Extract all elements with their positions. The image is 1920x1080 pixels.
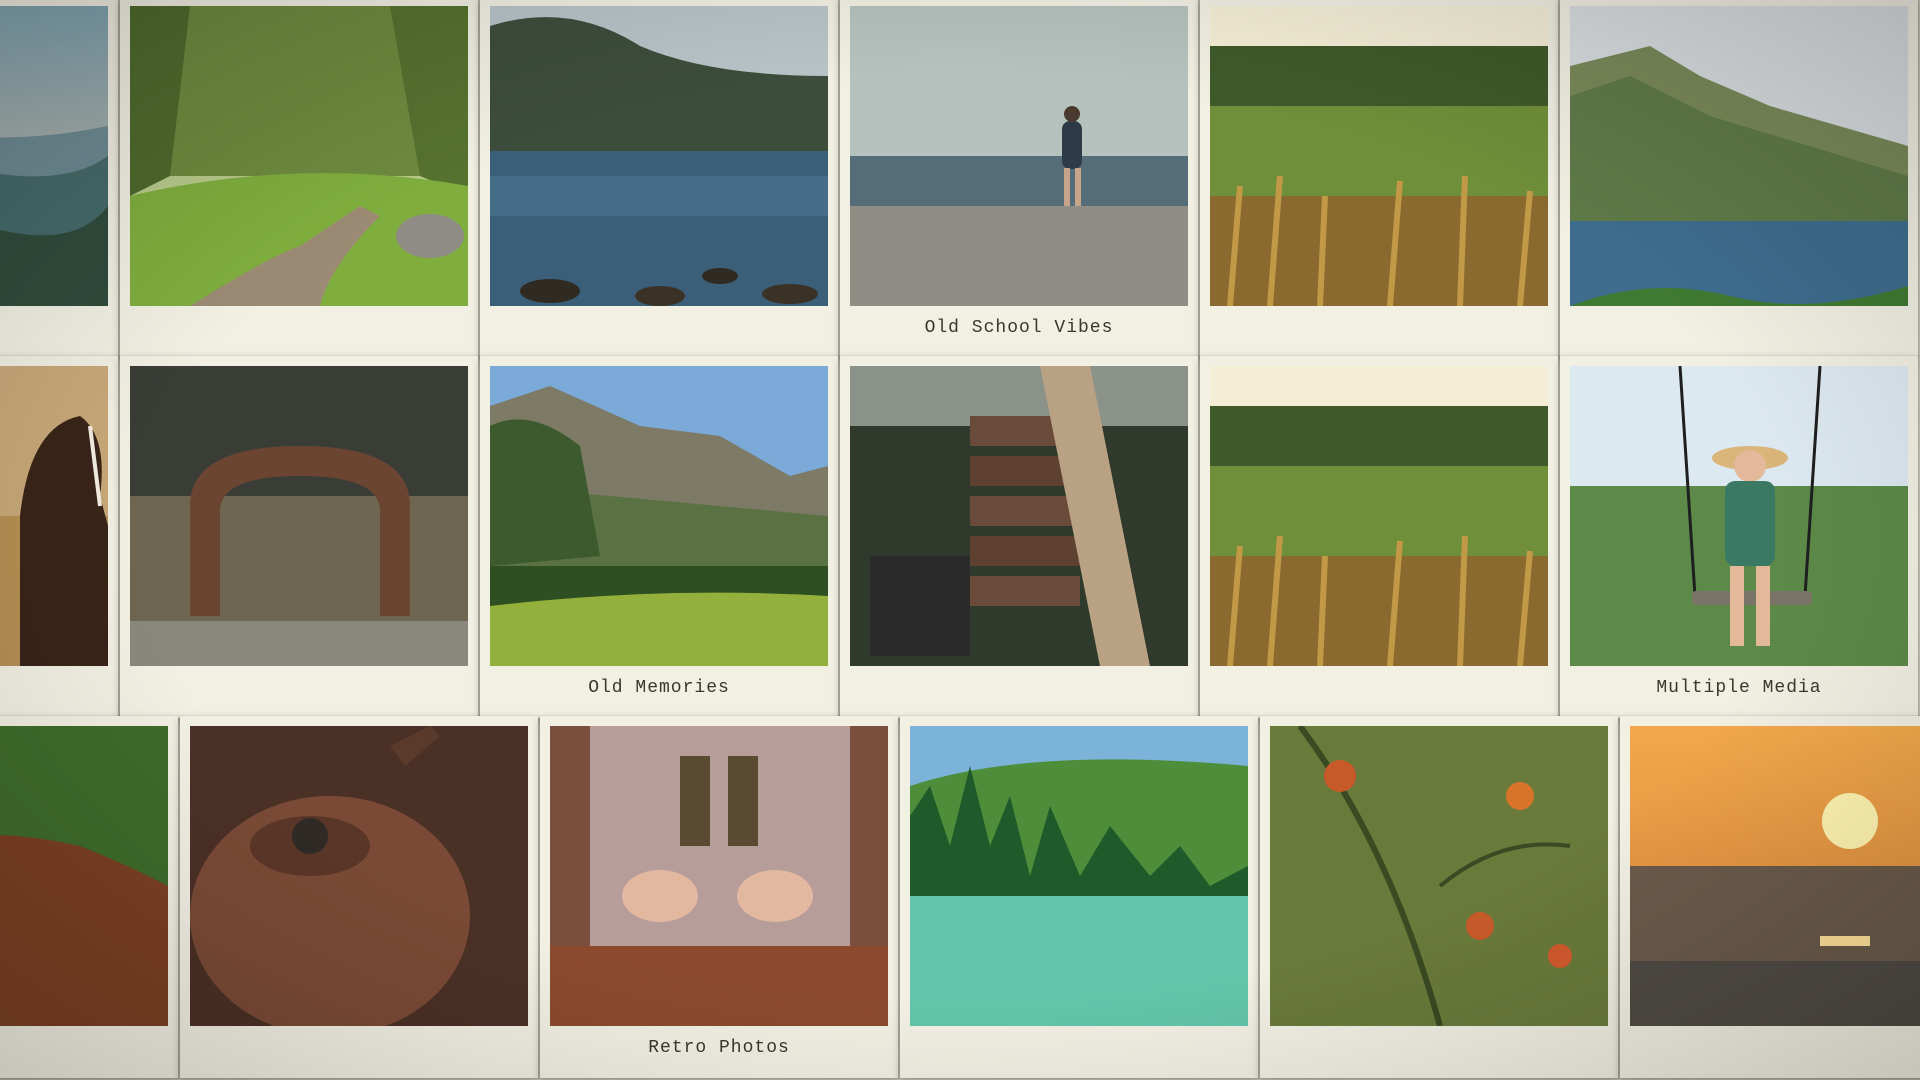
photo-misty-mountains	[0, 6, 108, 306]
polaroid-card	[1560, 0, 1918, 358]
photo-woman-on-beach	[850, 6, 1188, 306]
photo-boardwalk-forest	[130, 6, 468, 306]
photo-caption: es	[0, 318, 118, 338]
polaroid-card	[840, 356, 1198, 718]
polaroid-card	[0, 356, 118, 718]
polaroid-card: Old Memories	[480, 356, 838, 718]
polaroid-card	[1200, 356, 1558, 718]
photo-pine-forest-lake	[910, 726, 1248, 1026]
photo-mountain-bay	[1570, 6, 1908, 306]
photo-caption: Old School Vibes	[924, 318, 1114, 338]
photo-woman-on-swing	[1570, 366, 1908, 666]
photo-copper-kettle	[190, 726, 528, 1026]
photo-corn-field	[1210, 366, 1548, 666]
polaroid-card	[180, 716, 538, 1078]
photo-wall: es	[0, 0, 1920, 1080]
photo-wooden-crates-shed	[850, 366, 1188, 666]
photo-ocean-sunset	[1630, 726, 1920, 1026]
polaroid-card: Multiple Media	[1560, 356, 1918, 718]
photo-binoculars-suitcase	[550, 726, 888, 1026]
photo-wild-fruit-branch	[1270, 726, 1608, 1026]
polaroid-card	[1620, 716, 1920, 1078]
polaroid-card	[120, 356, 478, 718]
photo-mountain-lake	[490, 6, 828, 306]
photo-horse-closeup	[0, 726, 168, 1026]
photo-caption: Multiple Media	[1656, 678, 1822, 698]
polaroid-card	[0, 716, 178, 1078]
photo-horseshoe-on-wood	[130, 366, 468, 666]
polaroid-card	[120, 0, 478, 358]
polaroid-card	[480, 0, 838, 358]
polaroid-card: es	[0, 0, 118, 358]
polaroid-card	[900, 716, 1258, 1078]
photo-corn-field	[1210, 6, 1548, 306]
photo-table-mountain	[490, 366, 828, 666]
polaroid-card	[1200, 0, 1558, 358]
polaroid-card: Retro Photos	[540, 716, 898, 1078]
polaroid-card	[1260, 716, 1618, 1078]
photo-caption: Old Memories	[588, 678, 730, 698]
photo-caption: Retro Photos	[648, 1038, 790, 1058]
polaroid-card: Old School Vibes	[840, 0, 1198, 358]
photo-brown-horse	[0, 366, 108, 666]
